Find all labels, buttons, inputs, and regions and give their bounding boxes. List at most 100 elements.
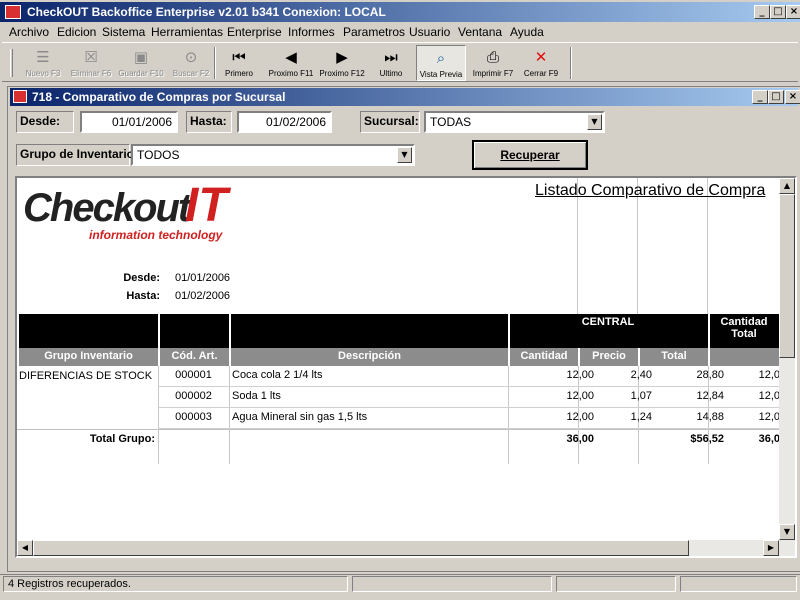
menu-enterprise[interactable]: Enterprise: [227, 25, 282, 39]
scroll-left-icon[interactable]: ◀: [17, 540, 33, 556]
cantidad-total-label: Cantidad Total: [720, 316, 768, 340]
child-title-bar: 718 - Comparativo de Compras por Sucursa…: [10, 88, 800, 106]
delete-record-icon: ☒: [84, 48, 98, 66]
row-cod: 000001: [175, 369, 212, 381]
vertical-scrollbar[interactable]: ▲ ▼: [779, 178, 795, 556]
printer-icon: ⎙: [486, 48, 499, 66]
column-header-row: Grupo Inventario Cód. Art. Descripción C…: [19, 348, 779, 366]
save-icon: ▣: [133, 48, 149, 66]
menu-usuario[interactable]: Usuario: [409, 25, 450, 39]
logo-it-text: IT: [185, 179, 228, 232]
status-panel: [680, 576, 797, 592]
print-preview-icon: ⌕: [436, 49, 446, 67]
table-row: 000002 Soda 1 lts 12,00 1,07 12,84 12,0: [158, 387, 781, 408]
binoculars-icon: ⊙: [184, 48, 198, 66]
window-title: CheckOUT Backoffice Enterprise v2.01 b34…: [27, 5, 386, 19]
row-desc: Soda 1 lts: [232, 390, 281, 402]
title-bar: CheckOUT Backoffice Enterprise v2.01 b34…: [0, 2, 800, 22]
scroll-down-icon[interactable]: ▼: [779, 524, 795, 540]
horizontal-scrollbar[interactable]: ◀ ▶: [17, 540, 779, 556]
branch-header-row: CENTRAL Cantidad Total: [19, 314, 779, 348]
row-cant-total: 12,0: [758, 390, 780, 402]
status-bar: 4 Registros recuperados.: [0, 574, 800, 592]
total-cant-total: 36,0: [758, 433, 780, 445]
child-maximize-button[interactable]: □: [768, 90, 784, 104]
row-desc: Agua Mineral sin gas 1,5 lts: [232, 411, 368, 423]
status-panel: [352, 576, 552, 592]
menu-archivo[interactable]: Archivo: [9, 25, 49, 39]
report-preview: Checkout IT information technology Lista…: [15, 176, 797, 558]
cerrar-button[interactable]: ✕ Cerrar F9: [514, 45, 568, 81]
maximize-button[interactable]: □: [770, 5, 786, 19]
sucursal-value: TODAS: [430, 115, 472, 129]
total-row: Total Grupo: 36,00 $56,52 36,0: [17, 430, 781, 451]
total-label: Total Grupo:: [89, 433, 155, 445]
menu-ventana[interactable]: Ventana: [458, 25, 502, 39]
report-hasta-value: 01/02/2006: [175, 290, 231, 302]
proximo-f11-button[interactable]: ◀ Proximo F11: [264, 45, 318, 81]
table-row: 000001 Coca cola 2 1/4 lts 12,00 2,40 28…: [158, 366, 781, 387]
menu-informes[interactable]: Informes: [288, 25, 335, 39]
grupo-value: TODOS: [137, 148, 180, 162]
col-grupo-inventario: Grupo Inventario: [44, 350, 133, 362]
col-precio: Precio: [592, 350, 626, 362]
col-total: Total: [661, 350, 687, 362]
report-desde-value: 01/01/2006: [175, 272, 231, 284]
toolbar-separator-end: [570, 47, 572, 79]
logo-checkout-text: Checkout: [23, 186, 191, 230]
app-icon: [5, 5, 21, 19]
vertical-scroll-thumb[interactable]: [779, 194, 795, 358]
menu-parametros[interactable]: Parametros: [343, 25, 405, 39]
ultimo-button[interactable]: ⏭ Ultimo: [364, 45, 418, 81]
sucursal-select[interactable]: TODAS ▼: [424, 111, 605, 133]
desde-label: Desde:: [16, 111, 74, 133]
total-cantidad: 36,00: [566, 433, 594, 445]
menu-herramientas[interactable]: Herramientas: [151, 25, 223, 39]
toolbar: ☰ Nuevo F3 ☒ Eliminar F6 ▣ Guardar F10 ⊙…: [2, 42, 798, 82]
col-cod-art: Cód. Art.: [171, 350, 218, 362]
grupo-label: Grupo de Inventario:: [16, 144, 138, 166]
row-cant-total: 12,0: [758, 369, 780, 381]
chevron-down-icon[interactable]: ▼: [397, 147, 412, 163]
logo-tagline: information technology: [89, 228, 223, 242]
group-name: DIFERENCIAS DE STOCK: [19, 370, 153, 382]
app-window: CheckOUT Backoffice Enterprise v2.01 b34…: [0, 0, 800, 600]
horizontal-scroll-thumb[interactable]: [33, 540, 689, 556]
menu-ayuda[interactable]: Ayuda: [510, 25, 544, 39]
child-title: 718 - Comparativo de Compras por Sucursa…: [32, 90, 286, 104]
last-record-icon: ⏭: [384, 48, 398, 66]
child-minimize-button[interactable]: _: [752, 90, 768, 104]
report-hasta-label: Hasta:: [126, 290, 160, 302]
vista-previa-button[interactable]: ⌕ Vista Previa: [416, 45, 466, 81]
hasta-label: Hasta:: [186, 111, 232, 133]
desde-field[interactable]: 01/01/2006: [80, 111, 178, 133]
chevron-down-icon[interactable]: ▼: [587, 114, 602, 130]
col-cantidad: Cantidad: [520, 350, 568, 362]
col-descripcion: Descripción: [338, 350, 401, 362]
scroll-right-icon[interactable]: ▶: [763, 540, 779, 556]
status-panel: [556, 576, 676, 592]
scroll-up-icon[interactable]: ▲: [779, 178, 795, 194]
grupo-select[interactable]: TODOS ▼: [131, 144, 415, 166]
central-label: CENTRAL: [581, 316, 635, 328]
primero-button[interactable]: ⏮ Primero: [212, 45, 266, 81]
row-cant-total: 12,0: [758, 411, 780, 423]
report-title: Listado Comparativo de Compra: [535, 182, 766, 199]
sucursal-label: Sucursal:: [360, 111, 420, 133]
report-desde-label: Desde:: [123, 272, 160, 284]
hasta-field[interactable]: 01/02/2006: [237, 111, 332, 133]
recuperar-button[interactable]: Recuperar: [472, 140, 588, 170]
menu-bar: Archivo Edicion Sistema Herramientas Ent…: [0, 22, 800, 42]
menu-edicion[interactable]: Edicion: [57, 25, 96, 39]
child-close-button[interactable]: ×: [785, 90, 800, 104]
child-icon: [13, 90, 27, 103]
close-button[interactable]: ×: [786, 5, 800, 19]
status-text: 4 Registros recuperados.: [3, 576, 348, 592]
previous-record-icon: ◀: [285, 48, 297, 66]
minimize-button[interactable]: _: [754, 5, 770, 19]
menu-sistema[interactable]: Sistema: [102, 25, 145, 39]
row-cod: 000003: [175, 411, 212, 423]
table-row: 000003 Agua Mineral sin gas 1,5 lts 12,0…: [158, 408, 781, 429]
row-cod: 000002: [175, 390, 212, 402]
first-record-icon: ⏮: [232, 48, 246, 66]
